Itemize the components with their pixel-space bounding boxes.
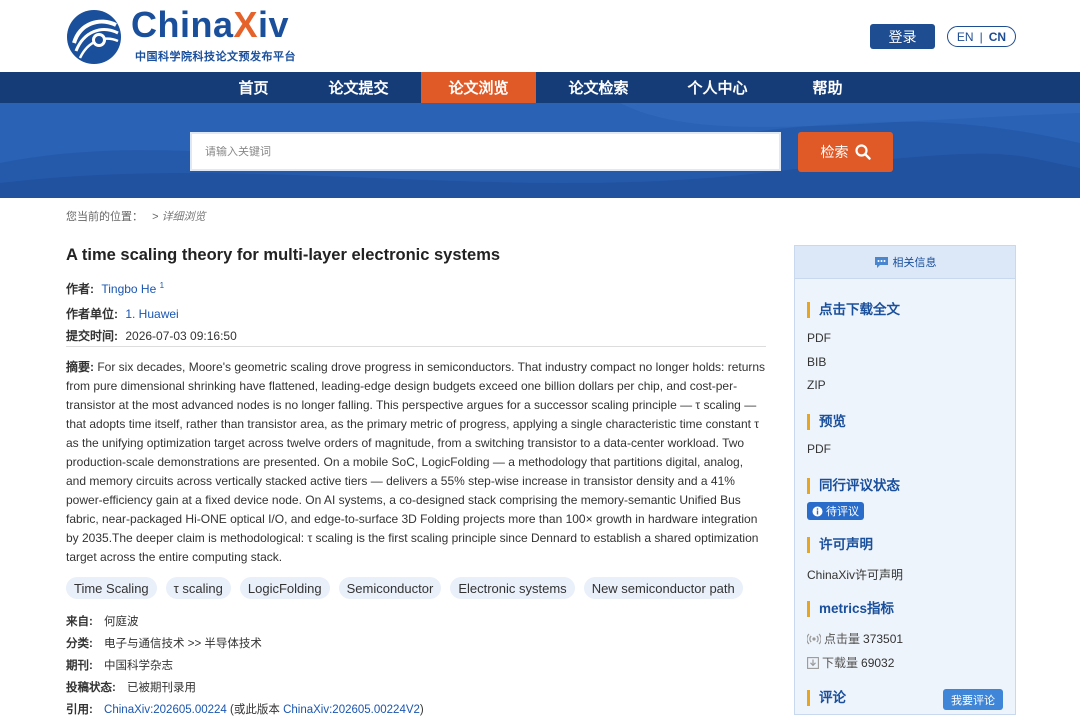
breadcrumb-current: 详细浏览 (161, 211, 206, 223)
metrics-section-title: metrics指标 (807, 601, 894, 617)
nav-help[interactable]: 帮助 (770, 72, 885, 103)
nav-personal-center[interactable]: 个人中心 (660, 72, 775, 103)
downloads-metric: 下载量 69032 (807, 654, 894, 671)
sidebar-header: 相关信息 (795, 246, 1015, 279)
category-value: 电子与通信技术 >> 半导体技术 (104, 638, 262, 650)
info-icon (812, 506, 823, 516)
peer-review-section-title: 同行评议状态 (807, 478, 900, 494)
search-field-wrapper (190, 132, 781, 171)
breadcrumb-separator: > (152, 211, 159, 223)
logo-text-tail: iv (258, 4, 290, 45)
source-row: 来自: 何庭波 (66, 613, 139, 629)
source-value: 何庭波 (104, 616, 139, 628)
abstract-label: 摘要: (66, 360, 94, 374)
keyword-tag[interactable]: Electronic systems (450, 577, 575, 599)
abstract: 摘要: For six decades, Moore's geometric s… (66, 358, 766, 567)
broadcast-icon (807, 633, 821, 644)
nav-home[interactable]: 首页 (196, 72, 311, 103)
status-row: 投稿状态: 已被期刊录用 (66, 679, 196, 695)
download-section-title: 点击下载全文 (807, 302, 900, 318)
submit-time-label: 提交时间: (66, 329, 118, 343)
download-icon (807, 656, 819, 669)
citation-label: 引用: (66, 704, 93, 716)
category-label: 分类: (66, 638, 93, 650)
sidebar-header-label: 相关信息 (892, 257, 937, 269)
citation-version-prefix: (或此版本 (230, 704, 280, 716)
submit-time-row: 提交时间: 2026-07-03 09:16:50 (66, 327, 237, 344)
citation-close: ) (419, 704, 424, 716)
clicks-label: 点击量 (824, 632, 861, 646)
clicks-value: 373501 (863, 631, 904, 646)
download-bib-link[interactable]: BIB (807, 355, 826, 369)
search-button-label: 检索 (820, 144, 849, 160)
logo-subtitle: 中国科学院科技论文预发布平台 (135, 51, 296, 63)
affiliation-row: 作者单位: 1. Huawei (66, 305, 179, 322)
comment-bubble-icon (874, 256, 888, 268)
chinaxiv-logo-icon[interactable] (66, 9, 122, 65)
search-banner: 检索 (0, 103, 1080, 198)
language-switch: EN | CN (947, 26, 1016, 47)
main-nav: 首页 论文提交 论文浏览 论文检索 个人中心 帮助 (0, 72, 1080, 103)
nav-browse[interactable]: 论文浏览 (421, 72, 536, 103)
breadcrumb-prefix: 您当前的位置： (66, 211, 143, 223)
logo-text-main: China (131, 4, 234, 45)
downloads-label: 下载量 (822, 656, 859, 670)
site-header: ChinaXiv 中国科学院科技论文预发布平台 登录 EN | CN (0, 0, 1080, 72)
author-row: 作者: Tingbo He 1 (66, 280, 164, 297)
license-link[interactable]: ChinaXiv许可声明 (807, 566, 903, 583)
preview-section-title: 预览 (807, 414, 846, 430)
keyword-tag[interactable]: τ scaling (165, 577, 231, 599)
journal-row: 期刊: 中国科学杂志 (66, 657, 173, 673)
affiliation-link[interactable]: 1. Huawei (125, 307, 178, 321)
search-button[interactable]: 检索 (798, 132, 893, 172)
status-label: 投稿状态: (66, 682, 116, 694)
nav-search[interactable]: 论文检索 (541, 72, 656, 103)
affiliation-label: 作者单位: (66, 307, 118, 321)
status-value: 已被期刊录用 (127, 682, 197, 694)
downloads-value: 69032 (861, 655, 895, 670)
download-zip-link[interactable]: ZIP (807, 378, 826, 392)
lang-separator: | (979, 29, 983, 44)
source-label: 来自: (66, 616, 93, 628)
peer-review-status-badge: 待评议 (807, 502, 864, 520)
preview-pdf-link[interactable]: PDF (807, 442, 831, 456)
paper-title: A time scaling theory for multi-layer el… (66, 246, 501, 264)
author-affiliation-index: 1 (159, 281, 165, 290)
login-button[interactable]: 登录 (870, 24, 935, 49)
peer-review-status-label: 待评议 (826, 506, 859, 518)
license-section-title: 许可声明 (807, 537, 873, 553)
lang-en-option[interactable]: EN (957, 30, 974, 44)
abstract-text: For six decades, Moore's geometric scali… (66, 360, 766, 564)
citation-version-link[interactable]: ChinaXiv:202605.00224V2 (283, 704, 420, 716)
journal-label: 期刊: (66, 660, 93, 672)
clicks-metric: 点击量 373501 (807, 630, 903, 647)
keyword-tag[interactable]: Time Scaling (66, 577, 157, 599)
keyword-list: Time Scaling τ scaling LogicFolding Semi… (66, 577, 766, 599)
category-row: 分类: 电子与通信技术 >> 半导体技术 (66, 635, 262, 651)
search-icon (854, 144, 871, 160)
download-pdf-link[interactable]: PDF (807, 331, 831, 345)
nav-submit[interactable]: 论文提交 (301, 72, 416, 103)
journal-value: 中国科学杂志 (104, 660, 174, 672)
meta-divider (66, 346, 766, 347)
lang-cn-option[interactable]: CN (989, 30, 1006, 44)
author-label: 作者: (66, 282, 94, 296)
breadcrumb: 您当前的位置： > 详细浏览 (66, 208, 206, 224)
related-info-sidebar: 相关信息 点击下载全文 PDF BIB ZIP 预览 PDF 同行评议状态 待评… (794, 245, 1016, 715)
keyword-tag[interactable]: LogicFolding (239, 577, 330, 599)
logo-title[interactable]: ChinaXiv (131, 4, 289, 46)
comment-section-title: 评论 (807, 690, 846, 706)
keyword-tag[interactable]: New semiconductor path (583, 577, 743, 599)
logo-text-x: X (233, 4, 259, 45)
citation-link[interactable]: ChinaXiv:202605.00224 (104, 704, 227, 716)
keyword-tag[interactable]: Semiconductor (338, 577, 442, 599)
author-link[interactable]: Tingbo He (101, 282, 156, 296)
search-input[interactable] (205, 145, 779, 158)
submit-time-value: 2026-07-03 09:16:50 (125, 329, 237, 343)
write-comment-button[interactable]: 我要评论 (943, 689, 1003, 710)
